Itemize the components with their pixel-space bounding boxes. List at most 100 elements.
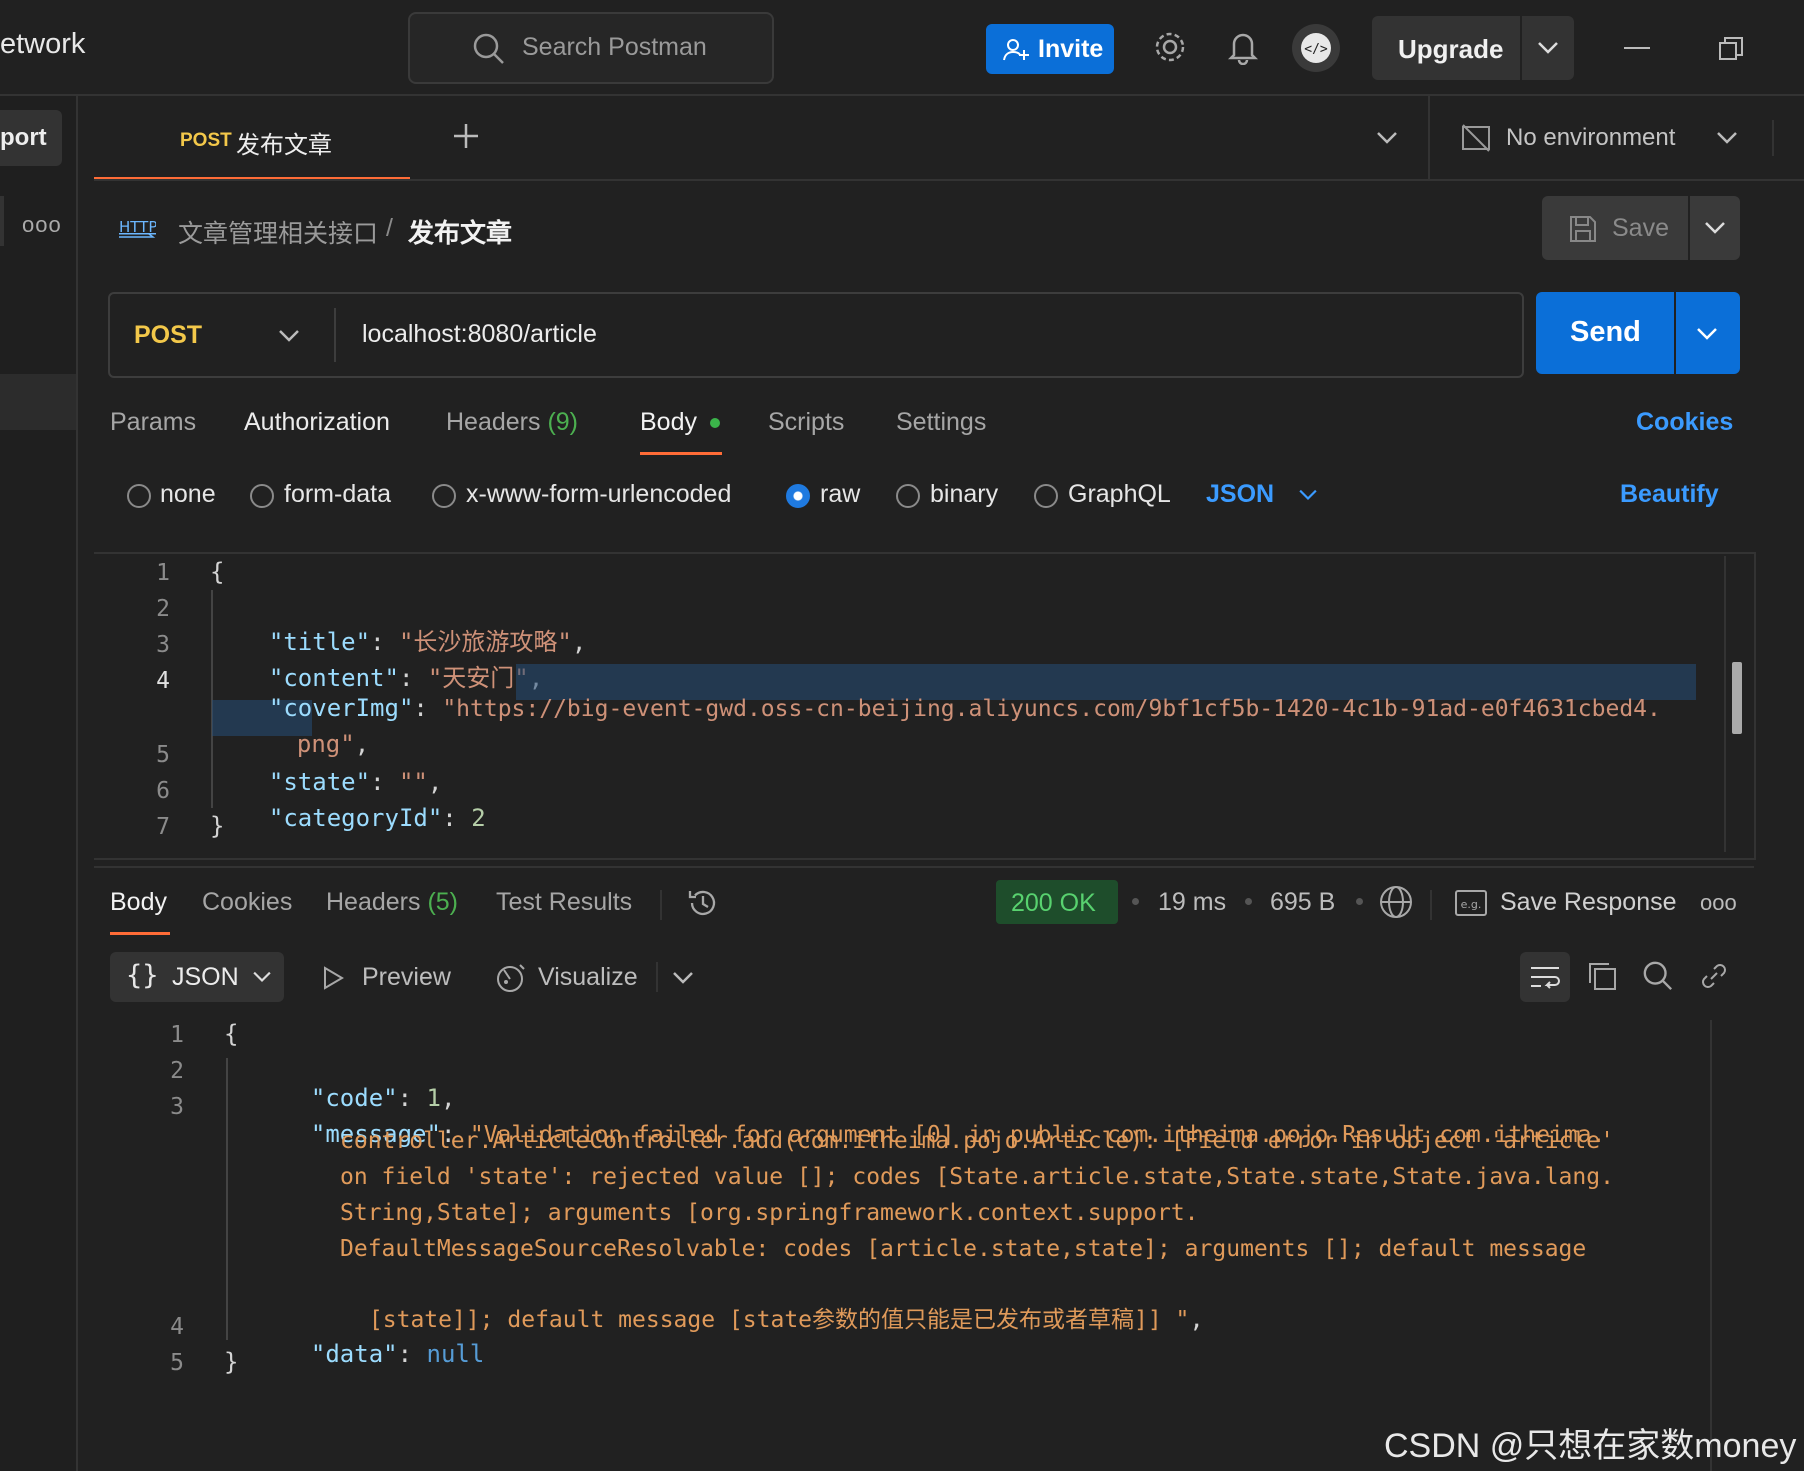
- line-number: 1: [156, 560, 170, 586]
- beautify-link[interactable]: Beautify: [1620, 480, 1719, 509]
- divider: [1772, 120, 1774, 156]
- upgrade-dropdown[interactable]: [1522, 16, 1574, 80]
- chevron-down-icon: [1696, 326, 1718, 347]
- json-string: DefaultMessageSourceResolvable: codes [a…: [340, 1236, 1587, 1262]
- agent-mode-icon[interactable]: </>: [1290, 22, 1342, 79]
- more-icon[interactable]: ооо: [22, 212, 62, 238]
- response-tab-headers[interactable]: Headers (5): [326, 888, 458, 917]
- status-text: 200 OK: [1011, 889, 1096, 917]
- response-tab-cookies[interactable]: Cookies: [202, 888, 292, 917]
- invite-button[interactable]: Invite: [986, 24, 1114, 74]
- code-brace: }: [224, 1348, 239, 1376]
- globe-icon[interactable]: [1378, 884, 1414, 925]
- line-number: 7: [156, 814, 170, 840]
- sidebar: [0, 96, 76, 1471]
- url-bar: POST localhost:8080/article: [108, 292, 1524, 378]
- save-label: Save: [1612, 214, 1669, 242]
- tab-scripts[interactable]: Scripts: [768, 408, 844, 437]
- tab-settings[interactable]: Settings: [896, 408, 986, 437]
- more-icon[interactable]: ооо: [1700, 890, 1737, 916]
- radio-graphql[interactable]: [1034, 484, 1058, 508]
- bell-icon[interactable]: [1226, 29, 1260, 70]
- chevron-down-icon[interactable]: [1298, 488, 1318, 507]
- line-number: 5: [170, 1350, 184, 1376]
- tab-authorization[interactable]: Authorization: [244, 408, 390, 437]
- tab-name: 发布文章: [236, 132, 332, 159]
- sidebar-divider: [0, 196, 4, 246]
- request-tab[interactable]: POST 发布文章: [94, 100, 410, 180]
- watermark: CSDN @只想在家数money: [1384, 1427, 1797, 1465]
- line-number: 1: [170, 1022, 184, 1048]
- gear-icon[interactable]: [1152, 29, 1188, 70]
- link-icon[interactable]: [1698, 960, 1730, 997]
- tab-headers-count: (9): [547, 408, 579, 436]
- tab-params[interactable]: Params: [110, 408, 196, 437]
- chevron-down-icon[interactable]: [672, 970, 694, 991]
- divider: [76, 96, 78, 1471]
- method-select[interactable]: POST: [110, 294, 334, 376]
- code-line: "categoryId": 2: [268, 804, 486, 832]
- upgrade-button[interactable]: Upgrade: [1372, 16, 1520, 80]
- save-dropdown[interactable]: [1690, 196, 1740, 260]
- response-scrollbar-track: [1710, 1020, 1712, 1471]
- response-tab-body[interactable]: Body: [110, 888, 167, 917]
- radio-urlencoded[interactable]: [432, 484, 456, 508]
- divider: [334, 308, 336, 362]
- radio-urlencoded-label: x-www-form-urlencoded: [466, 480, 732, 508]
- save-icon: [1568, 214, 1598, 249]
- send-dropdown[interactable]: [1676, 292, 1740, 374]
- restore-icon[interactable]: [1718, 36, 1744, 67]
- radio-graphql-label: GraphQL: [1068, 480, 1171, 508]
- import-button[interactable]: port: [0, 110, 62, 166]
- svg-text:HTTP: HTTP: [119, 218, 156, 236]
- format-select[interactable]: JSON: [1206, 480, 1274, 509]
- example-icon: e.g.: [1454, 888, 1488, 923]
- radio-form-data-label: form-data: [284, 480, 391, 508]
- preview-button[interactable]: Preview: [318, 952, 468, 1002]
- chevron-down-icon: [252, 970, 272, 989]
- visualize-icon: [494, 962, 528, 999]
- minimize-icon[interactable]: [1624, 47, 1650, 49]
- history-icon[interactable]: [686, 886, 720, 925]
- editor-scrollbar[interactable]: [1732, 662, 1742, 734]
- cookies-link[interactable]: Cookies: [1636, 408, 1733, 437]
- import-label: port: [0, 124, 47, 151]
- upgrade-label: Upgrade: [1398, 34, 1504, 64]
- radio-raw[interactable]: [786, 484, 810, 508]
- new-tab-icon[interactable]: [452, 122, 480, 155]
- search-box[interactable]: Search Postman: [408, 12, 774, 84]
- format-dropdown[interactable]: {} JSON: [110, 952, 284, 1002]
- tabs-dropdown-icon[interactable]: [1376, 130, 1398, 151]
- save-response-button[interactable]: e.g. Save Response: [1452, 880, 1682, 926]
- json-key: "categoryId": [268, 804, 443, 832]
- visualize-button[interactable]: Visualize: [492, 952, 662, 1002]
- no-environment-icon: [1460, 122, 1492, 159]
- save-button[interactable]: Save: [1542, 196, 1688, 260]
- json-key: "data": [310, 1340, 398, 1368]
- url-input[interactable]: localhost:8080/article: [362, 320, 597, 349]
- app-title: etwork: [0, 28, 86, 60]
- preview-label: Preview: [362, 963, 451, 991]
- chevron-down-icon: [278, 328, 300, 349]
- line-number: 3: [170, 1094, 184, 1120]
- divider: [94, 179, 1804, 181]
- wrap-lines-button[interactable]: [1520, 952, 1570, 1002]
- environment-selector[interactable]: No environment: [1456, 112, 1756, 166]
- tab-headers[interactable]: Headers (9): [446, 408, 578, 437]
- copy-icon[interactable]: [1586, 960, 1618, 997]
- search-icon[interactable]: [1642, 960, 1674, 997]
- radio-form-data[interactable]: [250, 484, 274, 508]
- radio-none[interactable]: [127, 484, 151, 508]
- line-number: 5: [156, 742, 170, 768]
- sidebar-item-selected[interactable]: [0, 374, 76, 430]
- response-tab-test-results[interactable]: Test Results: [496, 888, 632, 917]
- send-button[interactable]: Send: [1536, 292, 1674, 374]
- tab-body-label: Body: [640, 408, 697, 436]
- code-brace: }: [210, 812, 225, 840]
- breadcrumb-collection[interactable]: 文章管理相关接口: [178, 214, 378, 250]
- radio-binary[interactable]: [896, 484, 920, 508]
- tab-body[interactable]: Body: [640, 408, 720, 437]
- play-icon: [322, 966, 344, 995]
- divider: [1428, 96, 1430, 180]
- indent-guide: [211, 590, 213, 808]
